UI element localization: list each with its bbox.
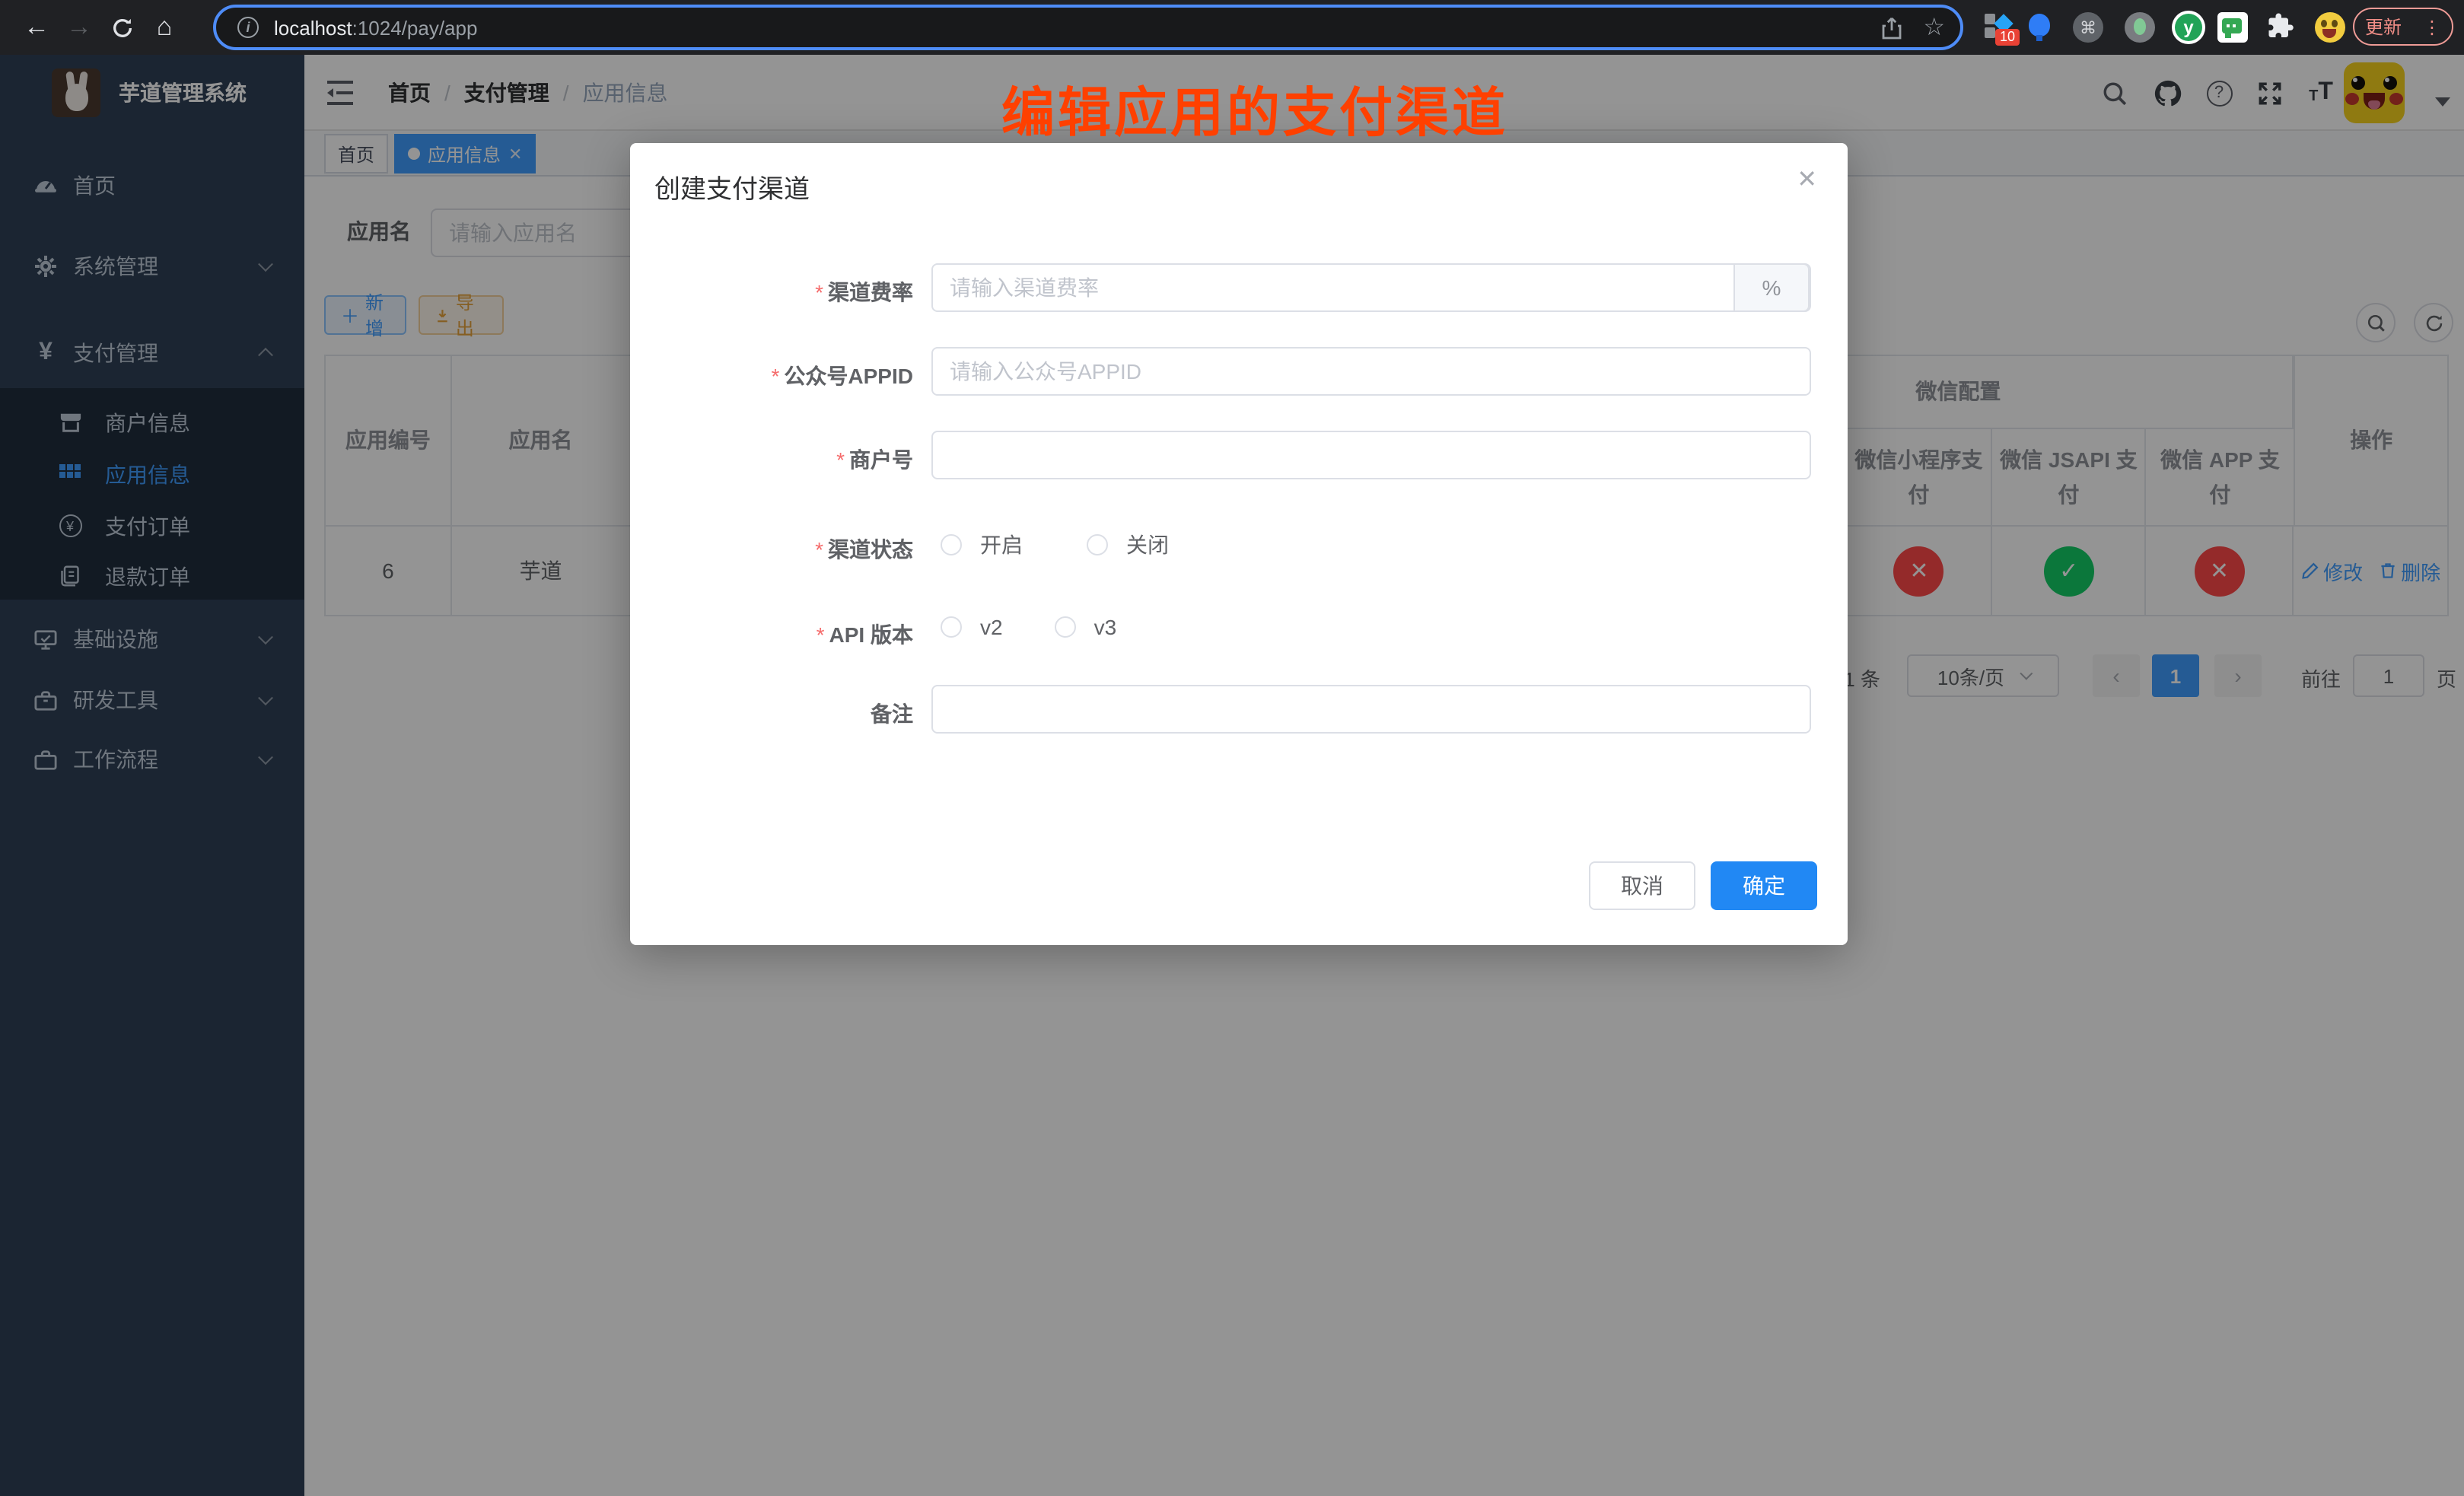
browser-back-button[interactable]: ← [15,0,58,55]
browser-reload-button[interactable] [100,0,143,55]
radio-api-v3[interactable] [1055,616,1076,638]
url-bar[interactable]: i localhost:1024/pay/app ☆ [213,5,1963,50]
rate-input[interactable]: 请输入渠道费率 % [931,263,1811,312]
dialog-close-icon[interactable]: ✕ [1797,164,1817,195]
extension-balloon-icon[interactable] [2026,12,2056,43]
extension-record-icon[interactable] [2125,12,2155,43]
browser-chrome: ← → ⌂ i localhost:1024/pay/app ☆ 10 ⌘ [0,0,2464,55]
radio-status-off[interactable] [1087,534,1108,555]
remark-label: 备注 [630,699,913,729]
merchant-label: *商户号 [630,444,913,475]
dialog-title: 创建支付渠道 [654,167,810,205]
create-payment-channel-dialog: 创建支付渠道 ✕ *渠道费率 请输入渠道费率 % *公众号APPID 请输入公众… [630,143,1848,945]
extension-shortcuts-icon[interactable]: 10 [1985,12,2015,43]
url-text: localhost:1024/pay/app [274,16,1859,39]
confirm-button[interactable]: 确定 [1711,861,1817,910]
cancel-button[interactable]: 取消 [1589,861,1695,910]
status-radio-group: 开启 关闭 [941,530,1169,560]
merchant-input[interactable] [931,431,1811,479]
extension-chat-icon[interactable] [2217,12,2248,43]
appid-input[interactable]: 请输入公众号APPID [931,347,1811,396]
bookmark-star-icon[interactable]: ☆ [1923,12,1945,43]
extension-badge: 10 [1995,29,2020,46]
api-radio-group: v2 v3 [941,615,1116,639]
radio-status-on[interactable] [941,534,962,555]
status-label: *渠道状态 [630,534,913,565]
profile-avatar-icon[interactable] [2315,12,2345,43]
extension-command-icon[interactable]: ⌘ [2073,12,2103,43]
site-info-icon[interactable]: i [237,17,259,38]
browser-update-button[interactable]: 更新 ⋮ [2353,8,2453,46]
browser-forward-button[interactable]: → [58,0,100,55]
browser-home-button[interactable]: ⌂ [143,0,186,55]
radio-api-v2[interactable] [941,616,962,638]
rate-label: *渠道费率 [630,277,913,307]
share-icon[interactable] [1880,16,1902,39]
appid-label: *公众号APPID [630,361,913,391]
extensions-puzzle-icon[interactable] [2268,12,2298,43]
remark-input[interactable] [931,685,1811,734]
api-version-label: *API 版本 [630,619,913,650]
rate-unit: % [1733,263,1810,312]
extension-y-icon[interactable]: y [2173,12,2204,43]
browser-menu-icon[interactable]: ⋮ [2423,16,2441,37]
annotation-text: 编辑应用的支付渠道 [1001,70,1508,148]
